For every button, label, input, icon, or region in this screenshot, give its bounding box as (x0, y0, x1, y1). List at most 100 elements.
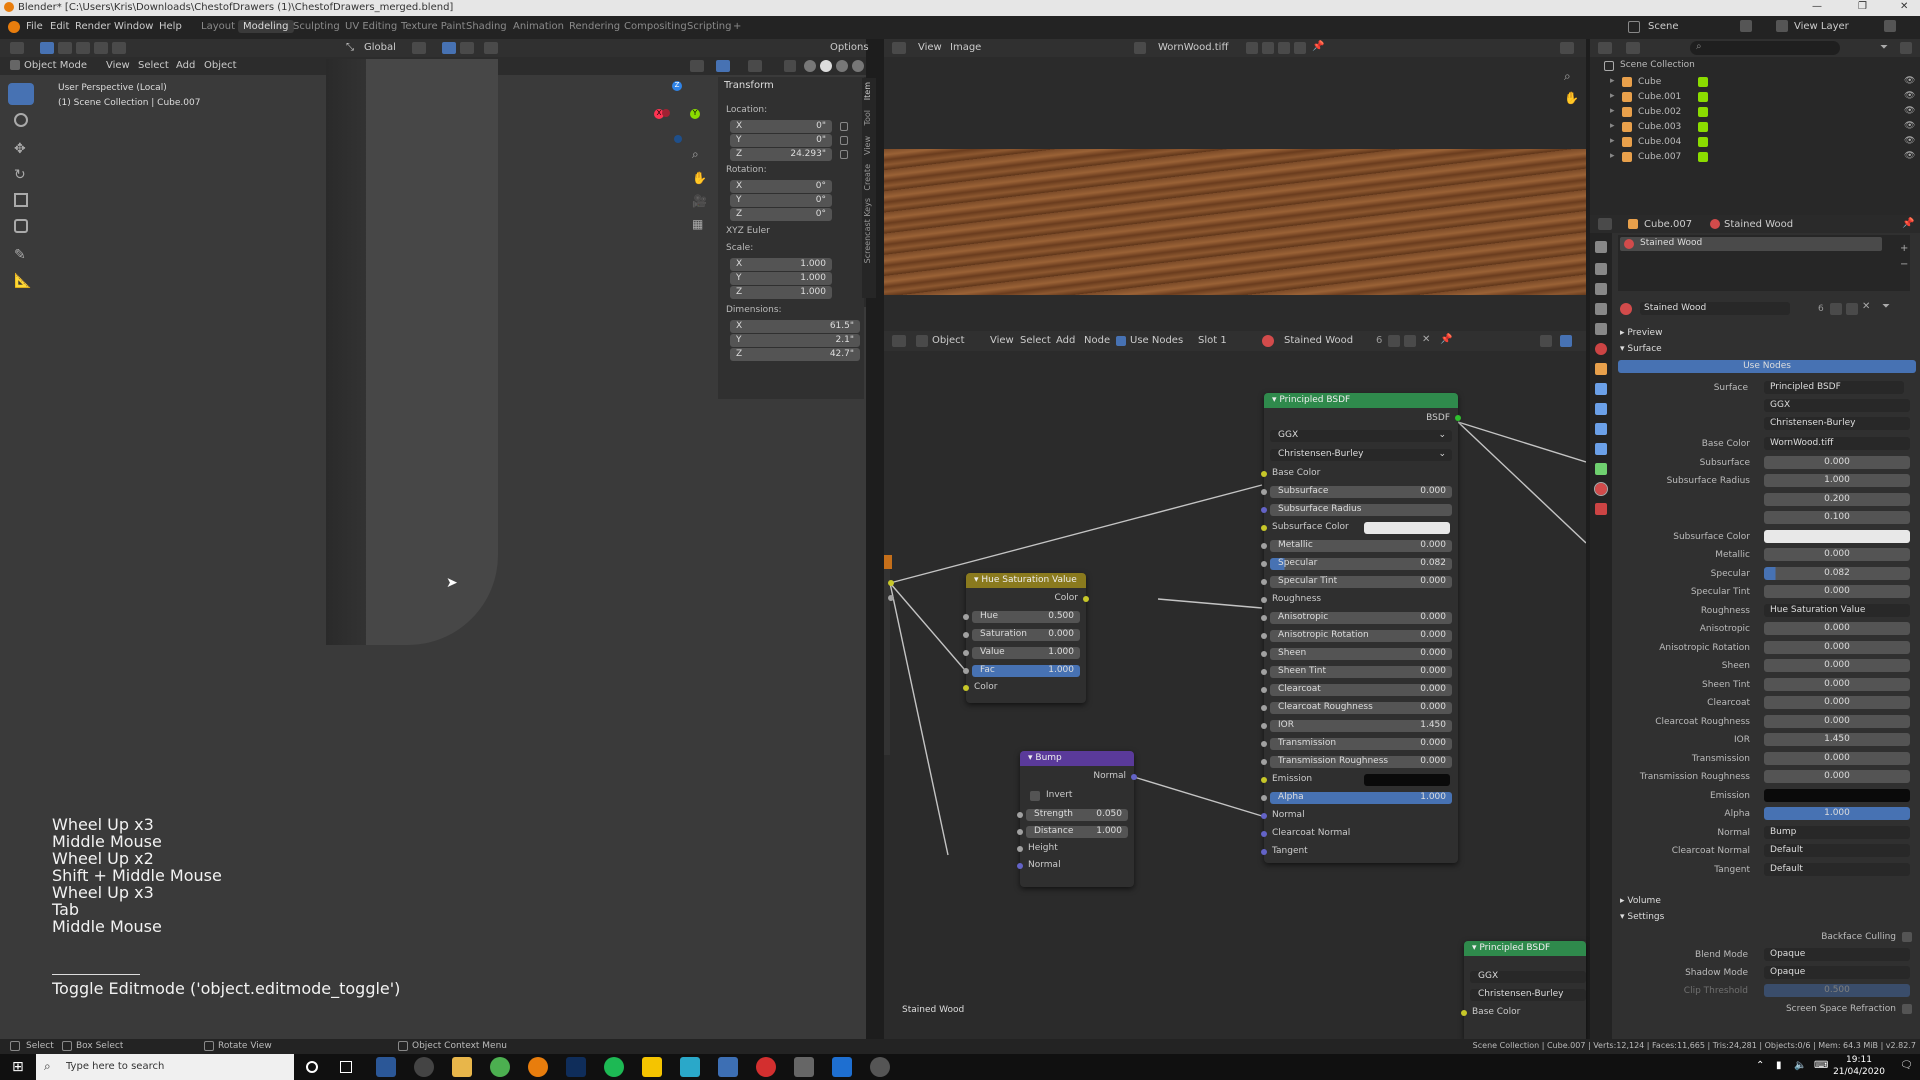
subsurface-method-dropdown[interactable]: Christensen-Burley (1764, 417, 1910, 430)
minimize-button[interactable]: — (1812, 1, 1822, 12)
principled-bsdf-header[interactable]: ▾ Principled BSDF (1264, 393, 1458, 408)
gizmo-toggle-icon[interactable] (716, 60, 730, 72)
shadow-mode-dropdown[interactable]: Opaque (1764, 966, 1910, 979)
property-field[interactable]: 0.000 (1764, 659, 1910, 672)
principled-color-swatch[interactable] (1364, 522, 1450, 534)
principled-input-socket[interactable] (1261, 633, 1267, 639)
material-slot-item[interactable]: Stained Wood (1620, 237, 1882, 251)
add-slot-icon[interactable]: + (1900, 243, 1908, 254)
view-layer-tab-icon[interactable] (1595, 303, 1607, 315)
menu-select[interactable]: Select (138, 60, 169, 71)
value-field[interactable]: Value 1.000 (972, 647, 1080, 659)
backface-culling-checkbox[interactable] (1902, 932, 1912, 942)
volume-icon[interactable]: 🔈 (1794, 1060, 1806, 1071)
editor-type-icon[interactable] (1598, 42, 1612, 54)
material-browse-icon[interactable] (1620, 303, 1632, 315)
photoshop-icon[interactable] (566, 1057, 586, 1077)
proportional-edit-icon[interactable] (484, 42, 498, 54)
principled-field[interactable]: Subsurface 0.000 (1270, 486, 1452, 498)
fac-field[interactable]: Fac 1.000 (972, 665, 1080, 677)
gizmo-z-axis[interactable]: Z (672, 81, 682, 91)
property-field[interactable]: Hue Saturation Value (1764, 603, 1910, 617)
tab-uv-editing[interactable]: UV Editing (340, 20, 402, 33)
property-field[interactable]: Default (1764, 862, 1910, 876)
principled-input-socket[interactable] (1261, 669, 1267, 675)
app-7-icon[interactable] (832, 1057, 852, 1077)
principled-field[interactable]: Transmission Roughness 0.000 (1270, 756, 1452, 768)
screen-space-refraction-checkbox[interactable] (1902, 1004, 1912, 1014)
remove-slot-icon[interactable]: − (1900, 259, 1908, 270)
expand-arrow-icon[interactable]: ▸ (1610, 91, 1615, 101)
zoom-icon[interactable]: ⌕ (692, 147, 699, 162)
select-box-tool-icon[interactable] (8, 83, 34, 105)
principled-input-socket[interactable] (1261, 741, 1267, 747)
view-layer-name[interactable]: View Layer (1794, 21, 1849, 32)
property-field[interactable]: 0.000 (1764, 640, 1910, 654)
principled-bsdf-node-2[interactable]: ▾ Principled BSDF GGX Christensen-Burley… (1461, 941, 1586, 1039)
add-workspace-icon[interactable]: + (733, 21, 741, 32)
hue-socket[interactable] (963, 614, 969, 620)
normal-input-socket[interactable] (1017, 863, 1023, 869)
property-field[interactable]: 1.450 (1764, 733, 1910, 746)
shading-wireframe-icon[interactable] (804, 60, 816, 72)
use-nodes-button[interactable]: Use Nodes (1618, 360, 1916, 373)
app-5-icon[interactable] (756, 1057, 776, 1077)
sticky-notes-icon[interactable] (642, 1057, 662, 1077)
file-explorer-icon[interactable] (452, 1057, 472, 1077)
material-name-field[interactable]: Stained Wood (1640, 302, 1790, 315)
principled-field[interactable]: Metallic 0.000 (1270, 540, 1452, 552)
principled-field[interactable]: IOR 1.450 (1270, 720, 1452, 732)
scene-name[interactable]: Scene (1648, 21, 1679, 32)
app-3-icon[interactable] (680, 1057, 700, 1077)
property-field[interactable]: 0.000 (1764, 677, 1910, 691)
mode-dropdown[interactable]: Object Mode (24, 60, 87, 71)
filter-icon[interactable]: ⏷ (1882, 301, 1890, 312)
image-color-output-socket[interactable] (888, 580, 894, 586)
tab-sculpting[interactable]: Sculpting (288, 20, 345, 33)
expand-arrow-icon[interactable]: ▸ (1610, 76, 1615, 86)
pan-hand-icon[interactable]: ✋ (692, 171, 707, 185)
tab-tool[interactable]: Tool (863, 110, 872, 126)
select-mode-invert-icon[interactable] (112, 42, 126, 54)
image-alpha-output-socket[interactable] (888, 595, 894, 601)
object-tab-icon[interactable] (1595, 363, 1607, 375)
snap-icon[interactable] (442, 42, 456, 54)
render-tab-icon[interactable] (1595, 263, 1607, 275)
tab-scripting[interactable]: Scripting (682, 20, 736, 33)
menu-add[interactable]: Add (176, 60, 195, 71)
navigation-gizmo[interactable]: Z Y X (648, 79, 708, 149)
distribution-dropdown[interactable]: GGX ⌄ (1270, 430, 1452, 442)
pan-hand-icon[interactable]: ✋ (1564, 91, 1579, 105)
transform-panel-header[interactable]: Transform (724, 80, 774, 91)
image-editor[interactable]: View Image WornWood.tiff 📌 ⌕ ✋ (884, 39, 1586, 331)
distance-field[interactable]: Distance 1.000 (1026, 826, 1128, 838)
visibility-eye-icon[interactable]: 👁 (1904, 121, 1915, 131)
lock-location-z-icon[interactable] (840, 150, 848, 159)
menu-file[interactable]: File (26, 21, 43, 32)
select-mode-icon[interactable] (40, 42, 54, 54)
lock-location-y-icon[interactable] (840, 136, 848, 145)
subsurface-method-dropdown[interactable]: Christensen-Burley (1470, 989, 1586, 1001)
select-mode-intersect-icon[interactable] (94, 42, 108, 54)
outliner[interactable]: ⌕ ⏷ Scene Collection ▸ Cube 👁 ▸ Cube.001 👁 ▸ Cu… (1590, 39, 1920, 215)
property-field[interactable]: 0.100 (1764, 511, 1910, 524)
property-field[interactable]: 0.000 (1764, 751, 1910, 765)
node-editor[interactable]: Object View Select Add Node Use Nodes Sl… (884, 331, 1586, 1039)
principled-field[interactable]: Alpha 1.000 (1270, 792, 1452, 804)
rotation-x-field[interactable]: X 0° (730, 180, 832, 193)
close-button[interactable]: ✕ (1900, 1, 1908, 12)
editor-type-icon[interactable] (1598, 218, 1612, 230)
gizmo-y-axis[interactable]: Y (690, 109, 700, 119)
settings-panel-header[interactable]: ▾ Settings (1620, 912, 1664, 922)
cursor-tool-icon[interactable] (14, 113, 28, 127)
principled-field[interactable]: Specular 0.082 (1270, 558, 1452, 570)
hsv-color-output-socket[interactable] (1083, 596, 1089, 602)
principled-bsdf-2-header[interactable]: ▾ Principled BSDF (1464, 941, 1586, 956)
principled-field[interactable]: Transmission 0.000 (1270, 738, 1452, 750)
menu-view[interactable]: View (918, 42, 942, 53)
image-browse-icon[interactable] (1134, 42, 1146, 54)
principled-input-socket[interactable] (1261, 795, 1267, 801)
principled-input-socket[interactable] (1261, 489, 1267, 495)
app-8-icon[interactable] (870, 1057, 890, 1077)
clock-date[interactable]: 21/04/2020 (1830, 1067, 1888, 1077)
